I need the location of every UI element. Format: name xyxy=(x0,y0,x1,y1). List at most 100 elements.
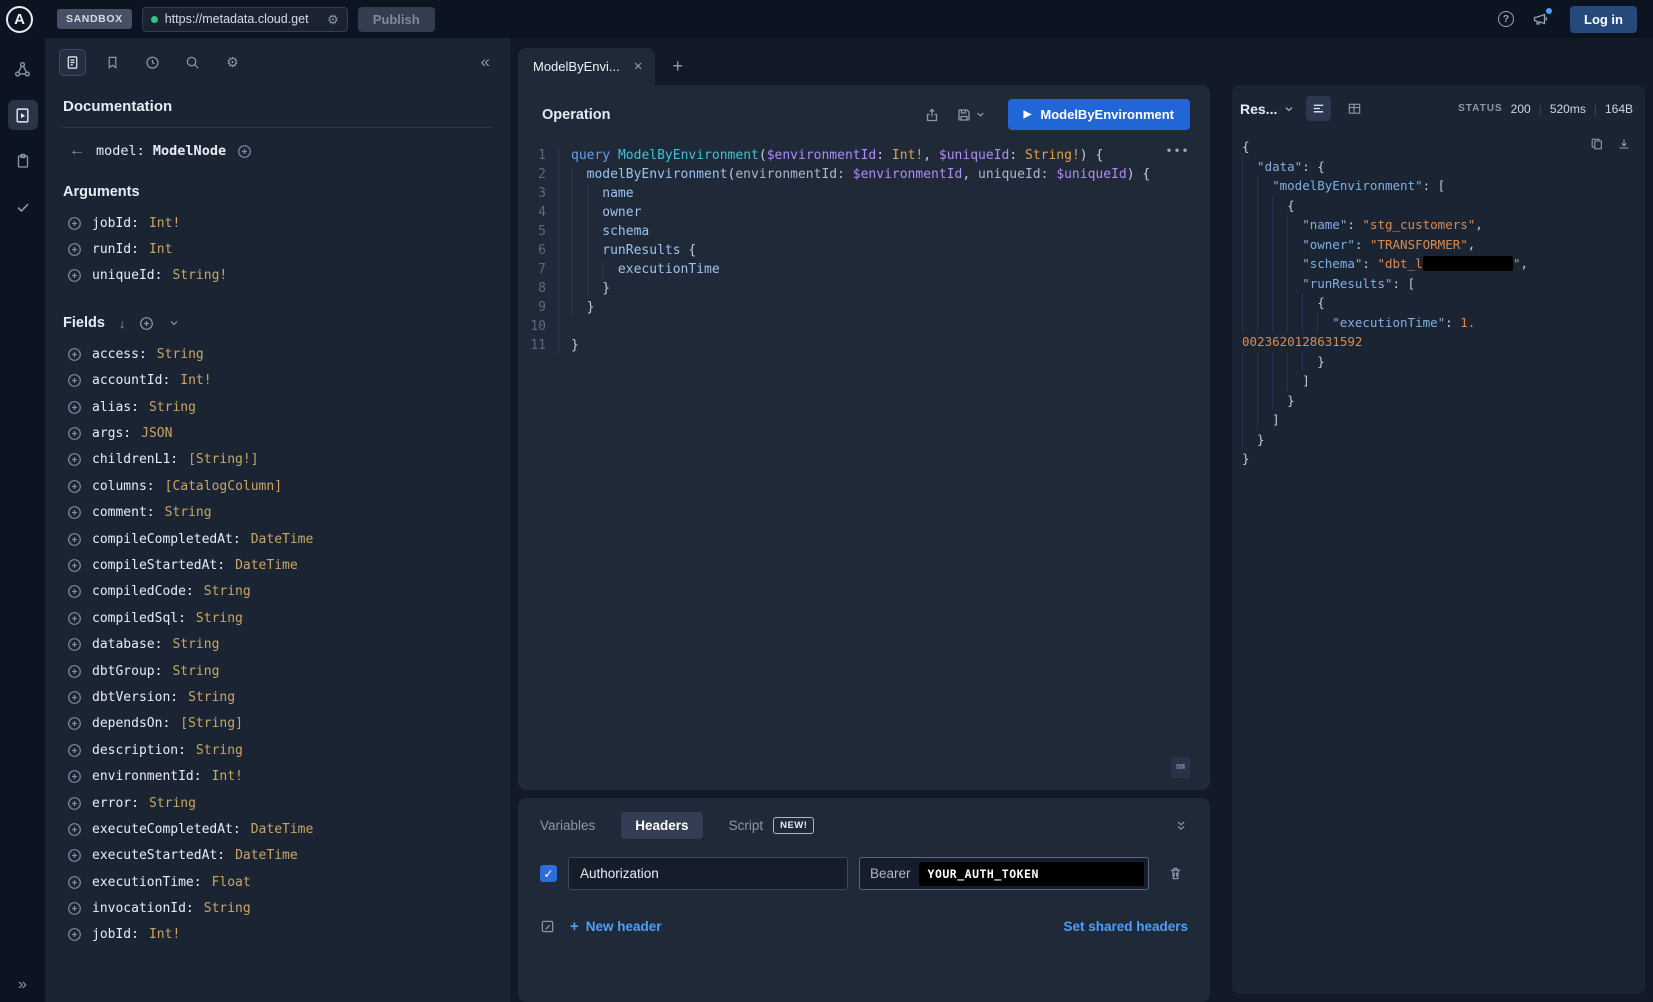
field-type-link[interactable]: [CatalogColumn] xyxy=(165,479,282,494)
doc-field-row[interactable]: compiledSql:String xyxy=(63,605,492,631)
doc-field-row[interactable]: jobId:Int! xyxy=(63,210,492,236)
login-button[interactable]: Log in xyxy=(1570,6,1637,33)
code-line[interactable]: 5schema xyxy=(518,222,1210,241)
add-field-to-query-icon[interactable] xyxy=(67,558,82,573)
add-field-to-query-icon[interactable] xyxy=(67,532,82,547)
field-type-link[interactable]: String! xyxy=(172,268,227,283)
doc-field-row[interactable]: access:String xyxy=(63,341,492,367)
code-line[interactable]: 9} xyxy=(518,298,1210,317)
field-type-link[interactable]: String xyxy=(157,347,204,362)
add-type-to-query-icon[interactable] xyxy=(237,144,252,159)
field-type-link[interactable]: Float xyxy=(212,875,251,890)
doc-field-row[interactable]: uniqueId:String! xyxy=(63,263,492,289)
doc-field-row[interactable]: args:JSON xyxy=(63,420,492,446)
doc-field-row[interactable]: jobId:Int! xyxy=(63,922,492,948)
doc-field-row[interactable]: environmentId:Int! xyxy=(63,763,492,789)
share-operation-icon[interactable] xyxy=(924,107,940,123)
doc-field-row[interactable]: database:String xyxy=(63,631,492,657)
keyboard-shortcuts-icon[interactable]: ⌨ xyxy=(1171,757,1190,778)
endpoint-settings-icon[interactable]: ⚙ xyxy=(327,13,339,26)
documentation-tab-icon[interactable] xyxy=(59,49,86,76)
add-field-to-query-icon[interactable] xyxy=(67,426,82,441)
field-type-link[interactable]: JSON xyxy=(141,426,172,441)
doc-field-row[interactable]: runId:Int xyxy=(63,236,492,262)
auth-token-value[interactable]: YOUR_AUTH_TOKEN xyxy=(919,862,1144,886)
add-field-to-query-icon[interactable] xyxy=(67,743,82,758)
field-type-link[interactable]: Int! xyxy=(212,769,243,784)
header-key-input[interactable] xyxy=(568,857,848,890)
field-type-link[interactable]: String xyxy=(196,611,243,626)
doc-field-row[interactable]: dbtVersion:String xyxy=(63,684,492,710)
close-tab-icon[interactable]: × xyxy=(634,59,643,74)
add-field-to-query-icon[interactable] xyxy=(67,347,82,362)
field-type-link[interactable]: String xyxy=(196,743,243,758)
add-field-to-query-icon[interactable] xyxy=(67,875,82,890)
code-line[interactable]: 3name xyxy=(518,184,1210,203)
header-enabled-checkbox[interactable]: ✓ xyxy=(540,865,557,882)
fields-options-chevron-icon[interactable] xyxy=(168,317,180,329)
run-operation-button[interactable]: ▶ ModelByEnvironment xyxy=(1008,99,1190,130)
announcements-icon[interactable] xyxy=(1528,7,1552,31)
checks-icon[interactable] xyxy=(8,192,38,222)
delete-header-icon[interactable] xyxy=(1168,866,1183,881)
add-field-to-query-icon[interactable] xyxy=(67,769,82,784)
header-value-field[interactable]: Bearer YOUR_AUTH_TOKEN xyxy=(859,857,1149,890)
add-field-to-query-icon[interactable] xyxy=(67,216,82,231)
add-field-to-query-icon[interactable] xyxy=(67,822,82,837)
code-line[interactable]: 11} xyxy=(518,336,1210,355)
add-field-to-query-icon[interactable] xyxy=(67,584,82,599)
doc-field-row[interactable]: alias:String xyxy=(63,394,492,420)
add-field-to-query-icon[interactable] xyxy=(67,479,82,494)
add-field-to-query-icon[interactable] xyxy=(67,690,82,705)
doc-field-row[interactable]: comment:String xyxy=(63,500,492,526)
add-field-to-query-icon[interactable] xyxy=(67,400,82,415)
code-line[interactable]: 8} xyxy=(518,279,1210,298)
code-line[interactable]: 4owner xyxy=(518,203,1210,222)
field-type-link[interactable]: String xyxy=(204,901,251,916)
field-type-link[interactable]: Int! xyxy=(149,927,180,942)
response-title[interactable]: Res... xyxy=(1240,101,1277,117)
add-field-to-query-icon[interactable] xyxy=(67,927,82,942)
code-line[interactable]: 10 xyxy=(518,317,1210,336)
add-field-to-query-icon[interactable] xyxy=(67,637,82,652)
field-type-link[interactable]: [String!] xyxy=(188,452,258,467)
field-type-link[interactable]: DateTime xyxy=(251,532,314,547)
field-type-link[interactable]: [String] xyxy=(180,716,243,731)
set-shared-headers-link[interactable]: Set shared headers xyxy=(1063,919,1188,934)
operations-icon[interactable] xyxy=(8,146,38,176)
download-response-icon[interactable] xyxy=(1617,137,1631,151)
add-field-to-query-icon[interactable] xyxy=(67,242,82,257)
tab-headers[interactable]: Headers xyxy=(621,812,702,839)
tab-modelbyenvironment[interactable]: ModelByEnvi... × xyxy=(518,48,655,85)
field-type-link[interactable]: Int! xyxy=(149,216,180,231)
add-field-to-query-icon[interactable] xyxy=(67,373,82,388)
response-dropdown-chevron-icon[interactable] xyxy=(1283,103,1295,115)
explorer-icon[interactable] xyxy=(8,100,38,130)
doc-field-row[interactable]: compileStartedAt:DateTime xyxy=(63,552,492,578)
add-field-to-query-icon[interactable] xyxy=(67,452,82,467)
field-type-link[interactable]: DateTime xyxy=(235,558,298,573)
field-type-link[interactable]: String xyxy=(149,400,196,415)
saved-operations-icon[interactable] xyxy=(99,49,126,76)
tab-variables[interactable]: Variables xyxy=(540,818,595,833)
doc-field-row[interactable]: description:String xyxy=(63,737,492,763)
code-line[interactable]: 1query ModelByEnvironment($environmentId… xyxy=(518,146,1210,165)
tab-script[interactable]: Script xyxy=(729,818,764,833)
apollo-logo[interactable]: A xyxy=(6,6,33,33)
field-type-link[interactable]: String xyxy=(172,637,219,652)
code-editor[interactable]: 1query ModelByEnvironment($environmentId… xyxy=(518,138,1210,790)
editor-menu-icon[interactable]: ••• xyxy=(1166,142,1190,161)
new-header-button[interactable]: + New header xyxy=(570,918,662,935)
doc-field-row[interactable]: executeStartedAt:DateTime xyxy=(63,843,492,869)
add-field-to-query-icon[interactable] xyxy=(67,505,82,520)
help-icon[interactable]: ? xyxy=(1494,7,1518,31)
sort-fields-icon[interactable]: ↓ xyxy=(119,316,126,331)
collapse-sidebar-icon[interactable]: « xyxy=(481,52,490,72)
field-type-link[interactable]: Int! xyxy=(180,373,211,388)
field-type-link[interactable]: String xyxy=(149,796,196,811)
field-type-link[interactable]: DateTime xyxy=(251,822,314,837)
tree-view-icon[interactable] xyxy=(1306,96,1331,121)
doc-field-row[interactable]: executionTime:Float xyxy=(63,869,492,895)
back-arrow-icon[interactable]: ← xyxy=(69,142,85,160)
doc-field-row[interactable]: childrenL1:[String!] xyxy=(63,447,492,473)
